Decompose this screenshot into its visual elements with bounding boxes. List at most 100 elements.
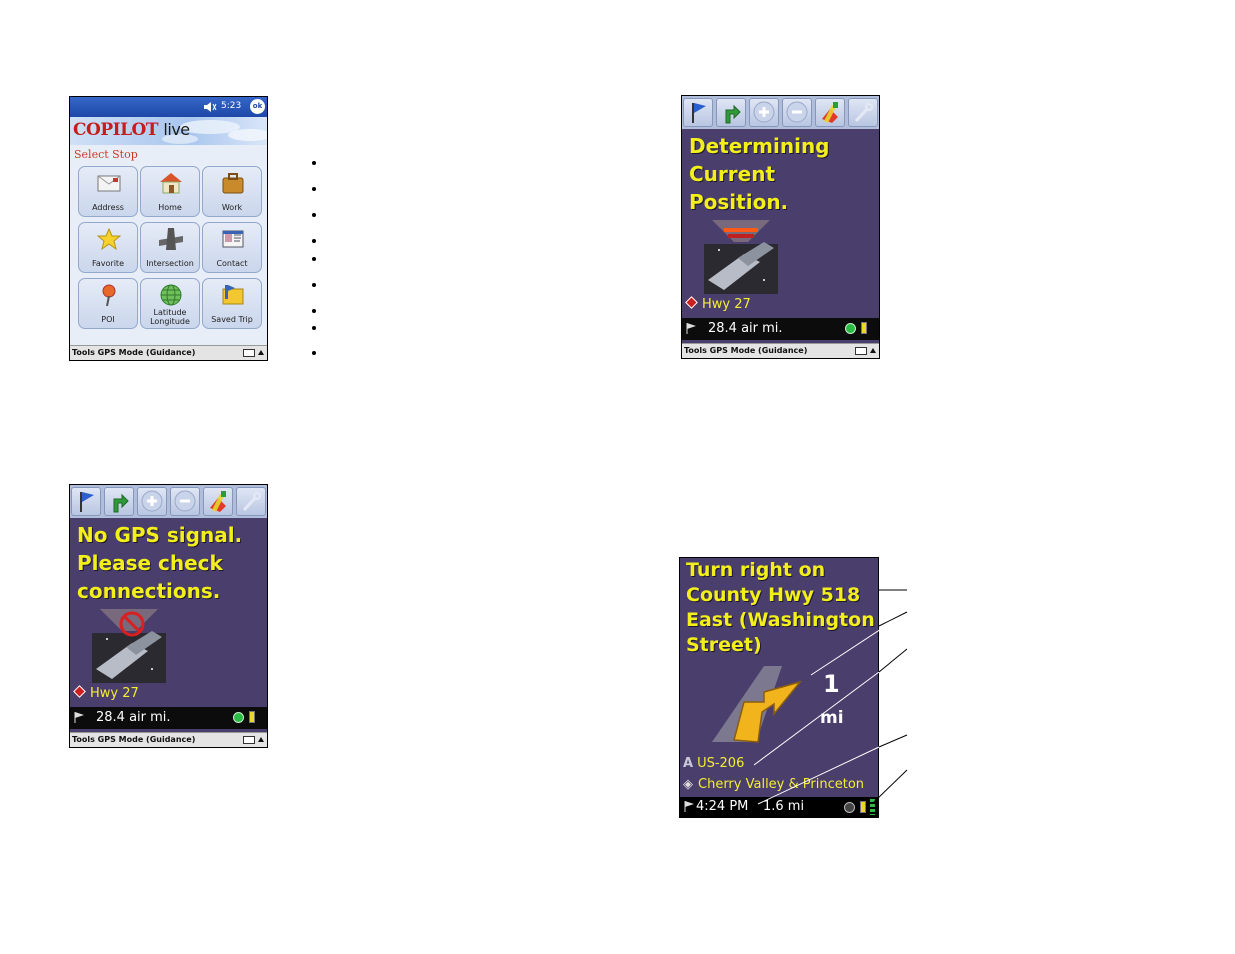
air-distance: 28.4 air mi. xyxy=(96,710,171,725)
list-bullet xyxy=(312,326,316,330)
tile-label: Favorite xyxy=(92,259,124,268)
command-bar: Tools GPS Mode (Guidance) xyxy=(70,732,267,747)
tile-label: Home xyxy=(158,203,182,212)
turn-arrow-icon xyxy=(113,493,129,513)
destination-flag-icon xyxy=(74,712,84,723)
detour-button[interactable] xyxy=(203,487,233,516)
briefcase-icon xyxy=(222,173,244,194)
satellite-no-signal-image xyxy=(92,609,166,683)
folder-icon xyxy=(222,285,244,305)
tile-label: Contact xyxy=(216,259,248,268)
tile-label: Latitude Longitude xyxy=(150,308,190,326)
zoom-out-icon xyxy=(786,101,808,123)
command-bar: Tools GPS Mode (Guidance) xyxy=(70,345,267,360)
logo-banner: COPILOT live xyxy=(70,117,267,145)
road-diamond-icon xyxy=(685,296,698,309)
satellite-image xyxy=(704,220,778,294)
settings-wrench-icon xyxy=(242,492,261,512)
tile-label: Saved Trip xyxy=(211,315,253,324)
work-button[interactable]: Work xyxy=(202,166,262,217)
list-bullet xyxy=(312,239,316,243)
status-bar: 28.4 air mi. xyxy=(682,318,879,340)
keyboard-icon[interactable] xyxy=(243,349,255,357)
flag-icon xyxy=(692,103,706,123)
tile-label: Address xyxy=(92,203,124,212)
keyboard-icon[interactable] xyxy=(243,736,255,744)
address-button[interactable]: Address xyxy=(78,166,138,217)
no-gps-signal-screen: No GPS signal. Please check connections.… xyxy=(69,484,268,748)
battery-icon xyxy=(861,322,867,334)
status-message: No GPS signal. Please check connections. xyxy=(77,523,243,603)
list-bullet xyxy=(312,161,316,165)
copilot-logo: COPILOT live xyxy=(73,120,190,140)
ok-button[interactable]: ok xyxy=(250,99,265,114)
clock[interactable]: 5:23 xyxy=(221,101,241,111)
favorite-button[interactable]: Favorite xyxy=(78,222,138,273)
menu-tools-gps-mode[interactable]: Tools GPS Mode (Guidance) xyxy=(684,346,807,355)
turn-arrow-icon xyxy=(725,104,741,124)
battery-icon xyxy=(249,711,255,723)
tile-label: Intersection xyxy=(146,259,194,268)
house-icon xyxy=(160,173,182,194)
menu-tools-gps-mode[interactable]: Tools GPS Mode (Guidance) xyxy=(72,348,195,357)
detour-icon xyxy=(822,102,838,123)
determining-position-screen: Determining Current Position. Hwy 27 28.… xyxy=(681,95,880,359)
toolbar xyxy=(70,485,267,518)
contact-button[interactable]: Contact xyxy=(202,222,262,273)
title-bar: 5:23 ok xyxy=(70,97,267,117)
select-stop-screen: 5:23 ok COPILOT live Select Stop Address… xyxy=(69,96,268,361)
list-bullet xyxy=(312,351,316,355)
latitude-longitude-button[interactable]: Latitude Longitude xyxy=(140,278,200,329)
list-bullet xyxy=(312,309,316,313)
tile-label: POI xyxy=(101,315,115,324)
home-button[interactable]: Home xyxy=(140,166,200,217)
status-message: Determining Current Position. xyxy=(689,134,830,214)
destination-flag-button[interactable] xyxy=(71,487,101,516)
zoom-in-button[interactable] xyxy=(137,487,167,516)
sip-up-arrow-icon[interactable] xyxy=(870,348,876,353)
callout-lines xyxy=(753,589,908,805)
list-bullet xyxy=(312,283,316,287)
air-distance: 28.4 air mi. xyxy=(708,321,783,336)
list-bullet xyxy=(312,213,316,217)
settings-button[interactable] xyxy=(236,487,266,516)
turn-list-button[interactable] xyxy=(104,487,134,516)
command-bar: Tools GPS Mode (Guidance) xyxy=(682,343,879,358)
destination-flag-button[interactable] xyxy=(683,98,713,127)
settings-button[interactable] xyxy=(848,98,878,127)
flag-icon xyxy=(80,492,94,512)
saved-trip-button[interactable]: Saved Trip xyxy=(202,278,262,329)
poi-button[interactable]: POI xyxy=(78,278,138,329)
sip-up-arrow-icon[interactable] xyxy=(258,737,264,742)
tile-label: Work xyxy=(221,203,243,212)
status-bar: 28.4 air mi. xyxy=(70,707,267,729)
gps-status-icon xyxy=(845,323,856,334)
settings-wrench-icon xyxy=(854,103,873,123)
turn-list-button[interactable] xyxy=(716,98,746,127)
keyboard-icon[interactable] xyxy=(855,347,867,355)
intersection-button[interactable]: Intersection xyxy=(140,222,200,273)
destination-flag-icon xyxy=(686,323,696,334)
zoom-out-button[interactable] xyxy=(170,487,200,516)
intersection-icon xyxy=(159,228,183,250)
toolbar xyxy=(682,96,879,129)
detour-button[interactable] xyxy=(815,98,845,127)
menu-tools-gps-mode[interactable]: Tools GPS Mode (Guidance) xyxy=(72,735,195,744)
detour-icon xyxy=(210,491,226,512)
pushpin-icon xyxy=(102,284,116,306)
list-bullet xyxy=(312,257,316,261)
star-icon xyxy=(97,228,121,250)
zoom-in-icon xyxy=(753,101,775,123)
contact-card-icon xyxy=(222,230,244,248)
zoom-out-button[interactable] xyxy=(782,98,812,127)
sip-up-arrow-icon[interactable] xyxy=(258,350,264,355)
speaker-icon[interactable] xyxy=(203,101,217,113)
zoom-in-icon xyxy=(141,490,163,512)
globe-icon xyxy=(160,284,182,306)
road-diamond-icon xyxy=(73,685,86,698)
list-bullet xyxy=(312,187,316,191)
page-title: Select Stop xyxy=(74,148,138,161)
envelope-icon xyxy=(97,175,121,192)
zoom-in-button[interactable] xyxy=(749,98,779,127)
gps-status-icon xyxy=(233,712,244,723)
